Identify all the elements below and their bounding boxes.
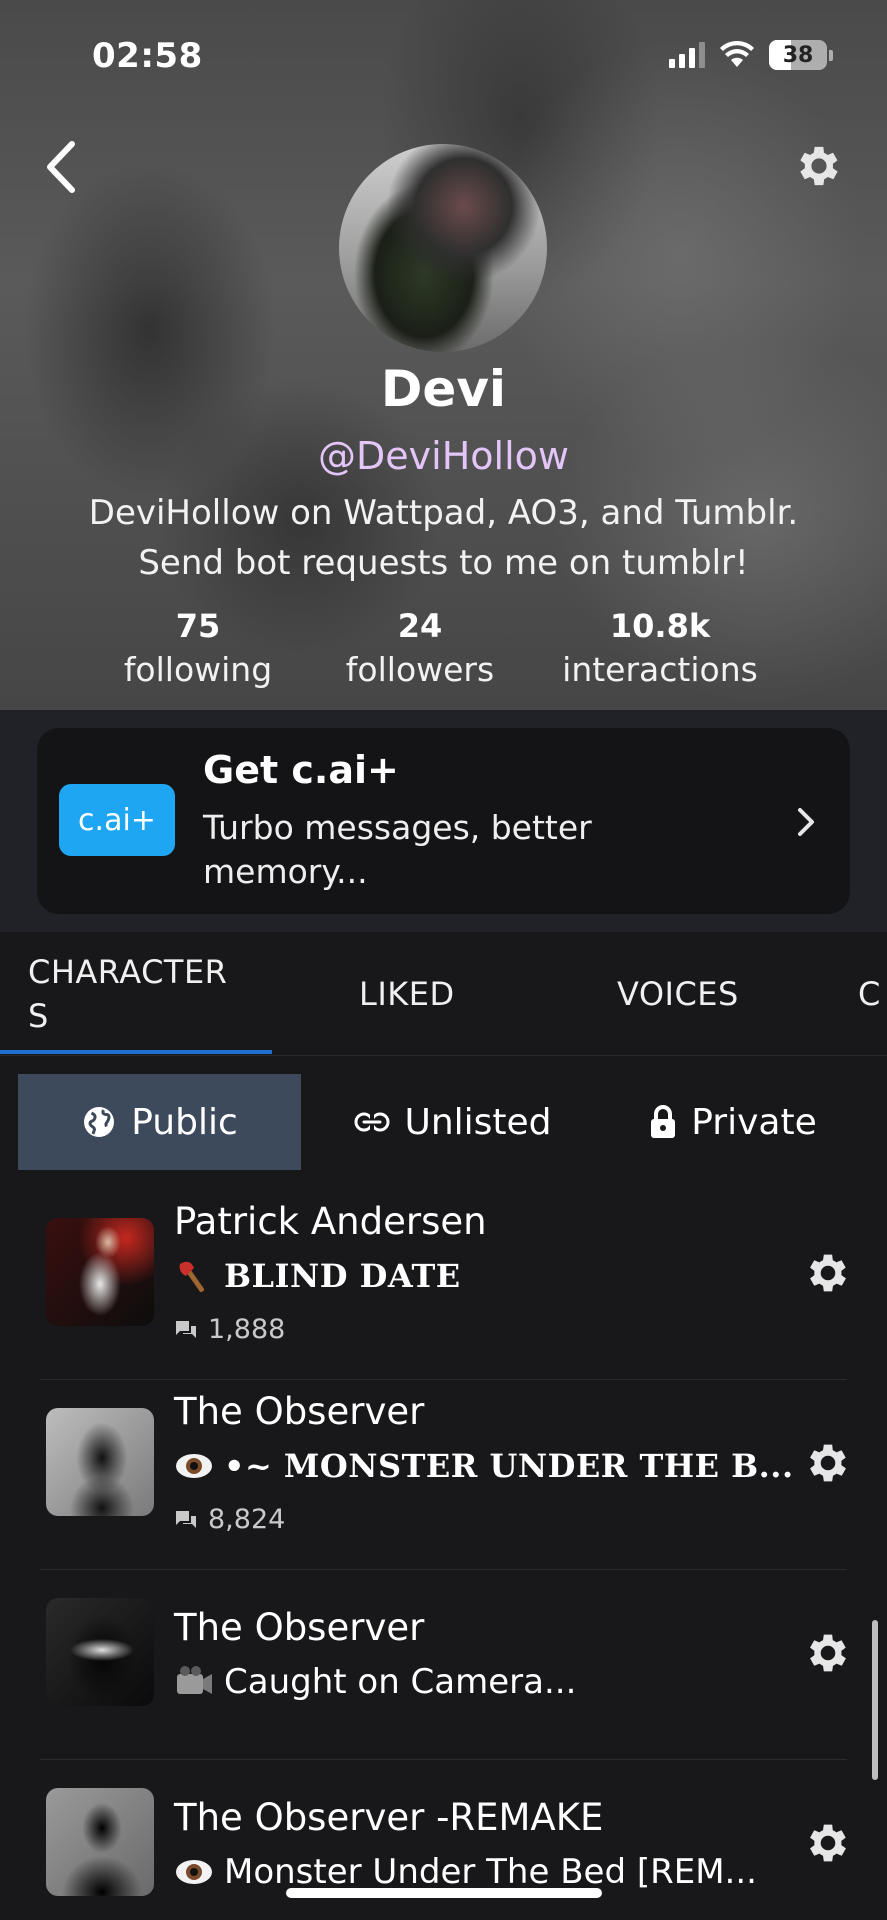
character-name: The Observer [174, 1390, 425, 1433]
battery-icon: 38 [769, 40, 833, 70]
cellular-signal-icon [669, 42, 705, 68]
tagline-text: Monster Under The Bed [REM... [224, 1852, 757, 1892]
stat-label: followers [345, 650, 495, 689]
active-tab-indicator [0, 1050, 272, 1054]
wifi-icon [720, 41, 754, 67]
tagline-text: BLIND DATE [224, 1257, 461, 1295]
chat-count: 8,824 [174, 1504, 285, 1535]
eye-emoji-icon [176, 1454, 212, 1478]
filter-label: Private [691, 1101, 817, 1143]
username: @DeviHollow [318, 434, 569, 478]
profile-bio: DeviHollow on Wattpad, AO3, and Tumblr. … [60, 488, 827, 588]
stat-following[interactable]: 75 following [108, 604, 288, 692]
character-thumbnail [46, 1598, 154, 1706]
globe-icon [84, 1107, 115, 1137]
character-name: Patrick Andersen [174, 1200, 487, 1243]
back-button[interactable] [40, 138, 84, 196]
character-thumbnail [46, 1218, 154, 1326]
stat-followers[interactable]: 24 followers [330, 604, 510, 692]
status-icons: 38 [669, 40, 833, 70]
gear-icon[interactable] [803, 1818, 853, 1868]
character-name: The Observer -REMAKE [174, 1796, 604, 1839]
filter-unlisted[interactable]: Unlisted [318, 1074, 588, 1170]
character-row[interactable]: The Observer Caught on Camera... [0, 1570, 887, 1760]
display-name: Devi [380, 360, 507, 418]
chat-count-value: 1,888 [208, 1314, 286, 1345]
link-icon [354, 1112, 390, 1132]
eye-emoji-icon [176, 1860, 212, 1884]
character-row[interactable]: Patrick Andersen BLIND DATE 1,888 [0, 1190, 887, 1380]
profile-tabs: CHARACTER S LIKED VOICES C [0, 932, 887, 1056]
bio-line: Send bot requests to me on tumblr! [138, 543, 749, 583]
character-thumbnail [46, 1408, 154, 1516]
tab-voices[interactable]: VOICES [617, 932, 739, 1055]
character-tagline: •~ MONSTER UNDER THE B... [174, 1446, 794, 1486]
filter-public[interactable]: Public [18, 1074, 301, 1170]
character-row[interactable]: The Observer •~ MONSTER UNDER THE B... 8… [0, 1380, 887, 1570]
bio-line: DeviHollow on Wattpad, AO3, and Tumblr. [88, 493, 799, 533]
battery-level: 38 [782, 42, 814, 68]
character-tagline: BLIND DATE [174, 1256, 461, 1296]
gear-icon [800, 146, 838, 186]
gear-icon[interactable] [803, 1248, 853, 1298]
scrollbar[interactable] [872, 1620, 878, 1780]
axe-emoji-icon [179, 1261, 205, 1293]
stat-interactions: 10.8k interactions [550, 604, 770, 692]
tab-more[interactable]: C [858, 932, 881, 1055]
character-tagline: Monster Under The Bed [REM... [174, 1852, 757, 1892]
stat-value: 24 [397, 607, 443, 645]
chat-count: 1,888 [174, 1314, 285, 1345]
profile-header: 02:58 38 Devi @DeviHollow DeviHollow on … [0, 0, 887, 710]
cai-plus-badge: c.ai+ [59, 784, 175, 856]
visibility-filter: Public Unlisted Private [18, 1074, 869, 1170]
profile-avatar[interactable] [339, 144, 547, 352]
tagline-text: •~ MONSTER UNDER THE B... [224, 1447, 794, 1485]
tab-characters[interactable]: CHARACTER S [28, 932, 258, 1055]
settings-button[interactable] [793, 140, 845, 192]
stat-value: 10.8k [609, 607, 711, 645]
promo-title: Get c.ai+ [203, 748, 399, 792]
tagline-text: Caught on Camera... [224, 1662, 577, 1702]
character-tagline: Caught on Camera... [174, 1662, 576, 1702]
chevron-right-icon [798, 808, 814, 836]
chat-bubbles-icon [176, 1320, 196, 1338]
gear-icon[interactable] [803, 1628, 853, 1678]
character-name: The Observer [174, 1606, 425, 1649]
tab-liked[interactable]: LIKED [359, 932, 455, 1055]
stat-value: 75 [175, 607, 221, 645]
gear-icon[interactable] [803, 1438, 853, 1488]
filter-label: Unlisted [404, 1101, 552, 1143]
promo-subtitle: Turbo messages, better memory... [203, 808, 592, 891]
home-indicator[interactable] [286, 1888, 602, 1898]
stat-label: following [123, 650, 273, 689]
filter-private[interactable]: Private [598, 1074, 868, 1170]
lock-icon [651, 1105, 676, 1138]
promo-section: c.ai+ Get c.ai+ Turbo messages, better m… [0, 710, 887, 932]
chevron-left-icon [47, 141, 75, 193]
chat-count-value: 8,824 [208, 1504, 286, 1535]
cai-plus-promo-card[interactable]: c.ai+ Get c.ai+ Turbo messages, better m… [37, 728, 850, 914]
stat-label: interactions [562, 650, 758, 689]
status-time: 02:58 [92, 36, 203, 76]
character-thumbnail [46, 1788, 154, 1896]
filter-label: Public [131, 1101, 238, 1143]
camera-emoji-icon [177, 1666, 212, 1694]
chat-bubbles-icon [176, 1510, 196, 1528]
